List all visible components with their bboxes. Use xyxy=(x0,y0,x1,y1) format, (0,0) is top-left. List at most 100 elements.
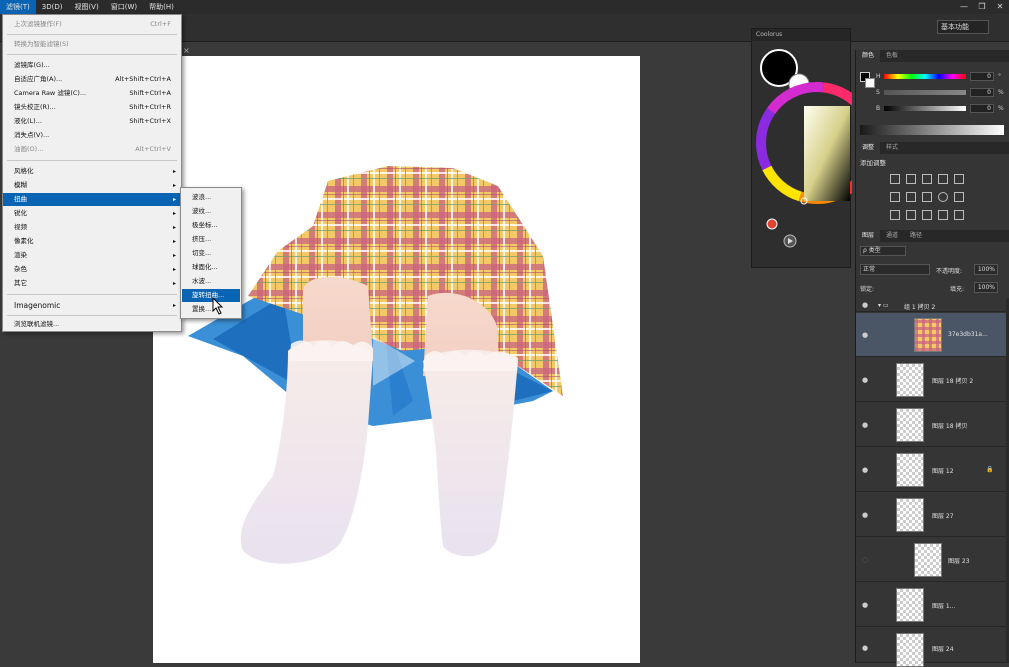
menu-item-render[interactable]: 渲染 ▸ xyxy=(3,249,181,262)
menu-item-distort[interactable]: 扭曲 ▸ xyxy=(3,193,181,206)
submenu-item-wave[interactable]: 波浪... xyxy=(182,191,240,204)
layer-row[interactable]: ● 图层 18 拷贝 xyxy=(856,403,1006,447)
visibility-eye-icon[interactable]: ● xyxy=(862,301,868,309)
threshold-icon[interactable] xyxy=(922,210,932,220)
hue-slider[interactable]: H 0 ° xyxy=(876,72,1006,82)
invert-icon[interactable] xyxy=(890,210,900,220)
layer-thumbnail xyxy=(896,498,924,532)
menu-3d[interactable]: 3D(D) xyxy=(36,0,69,14)
layer-row[interactable]: ● 图层 18 拷贝 2 xyxy=(856,358,1006,402)
visibility-eye-icon[interactable]: ● xyxy=(862,466,868,474)
photo-filter-icon[interactable] xyxy=(938,192,948,202)
visibility-eye-icon[interactable]: ○ xyxy=(862,556,868,564)
menu-item-blur[interactable]: 模糊 ▸ xyxy=(3,179,181,192)
submenu-item-twirl[interactable]: 旋转扭曲... xyxy=(182,289,240,302)
menu-item-video[interactable]: 视频 ▸ xyxy=(3,221,181,234)
submenu-item-shear[interactable]: 切变... xyxy=(182,247,240,260)
workspace-switcher[interactable]: 基本功能 xyxy=(937,20,989,34)
tab-swatches[interactable]: 色板 xyxy=(880,50,904,62)
submenu-item-spherize[interactable]: 球面化... xyxy=(182,261,240,274)
menu-help[interactable]: 帮助(H) xyxy=(143,0,180,14)
channel-mixer-icon[interactable] xyxy=(954,192,964,202)
posterize-icon[interactable] xyxy=(906,210,916,220)
menu-item-lens-correction[interactable]: 镜头校正(R)... Shift+Ctrl+R xyxy=(3,101,181,114)
menu-item-convert-smart-filter[interactable]: 转换为智能滤镜(S) xyxy=(3,38,181,51)
visibility-eye-icon[interactable]: ● xyxy=(862,421,868,429)
menu-item-filter-gallery[interactable]: 滤镜库(G)... xyxy=(3,59,181,72)
layer-kind-filter[interactable]: ρ 类型 xyxy=(860,246,906,256)
menu-item-oil-paint[interactable]: 油画(O)... Alt+Ctrl+V xyxy=(3,143,181,156)
tab-color[interactable]: 颜色 xyxy=(856,50,881,62)
visibility-eye-icon[interactable]: ● xyxy=(862,511,868,519)
menu-item-browse-online-filters[interactable]: 浏览联机滤镜... xyxy=(3,318,181,331)
tab-adjustments[interactable]: 调整 xyxy=(856,142,881,154)
layer-row[interactable]: ● 37e3db31a... xyxy=(856,313,1006,357)
menu-item-adaptive-wide-angle[interactable]: 自适应广角(A)... Alt+Shift+Ctrl+A xyxy=(3,73,181,86)
submenu-arrow-icon: ▸ xyxy=(172,280,176,287)
tab-layers[interactable]: 图层 xyxy=(856,230,881,242)
menu-item-vanishing-point[interactable]: 消失点(V)... xyxy=(3,129,181,142)
submenu-item-zigzag[interactable]: 水波... xyxy=(182,275,240,288)
menu-view[interactable]: 视图(V) xyxy=(68,0,104,14)
menu-item-pixelate[interactable]: 像素化 ▸ xyxy=(3,235,181,248)
hue-value-field[interactable]: 0 xyxy=(970,72,994,81)
blend-mode-select[interactable]: 正常 xyxy=(860,264,930,275)
minimize-button[interactable]: — xyxy=(955,0,973,14)
color-wheel[interactable] xyxy=(752,41,852,267)
visibility-eye-icon[interactable]: ● xyxy=(862,376,868,384)
exposure-icon[interactable] xyxy=(938,174,948,184)
document-tab[interactable]: × xyxy=(183,46,190,56)
levels-icon[interactable] xyxy=(906,174,916,184)
submenu-item-ripple[interactable]: 波纹... xyxy=(182,205,240,218)
brightness-value-field[interactable]: 0 xyxy=(970,104,994,113)
layer-row[interactable]: ● 图层 12 🔒 xyxy=(856,448,1006,492)
tab-channels[interactable]: 通道 xyxy=(880,230,904,242)
menu-item-sharpen[interactable]: 锐化 ▸ xyxy=(3,207,181,220)
menu-item-last-filter[interactable]: 上次滤镜操作(F) Ctrl+F xyxy=(3,18,181,31)
tab-styles[interactable]: 样式 xyxy=(880,142,904,154)
menu-window[interactable]: 窗口(W) xyxy=(105,0,143,14)
tab-paths[interactable]: 路径 xyxy=(904,230,928,242)
submenu-item-pinch[interactable]: 挤压... xyxy=(182,233,240,246)
saturation-slider[interactable]: S 0 % xyxy=(876,88,1006,98)
saturation-slider-track[interactable] xyxy=(884,90,966,95)
saturation-value-field[interactable]: 0 xyxy=(970,88,994,97)
menu-item-camera-raw[interactable]: Camera Raw 滤镜(C)... Shift+Ctrl+A xyxy=(3,87,181,100)
color-ramp[interactable] xyxy=(860,125,1004,135)
selective-color-icon[interactable] xyxy=(954,210,964,220)
visibility-eye-icon[interactable]: ● xyxy=(862,644,868,652)
restore-button[interactable]: ❐ xyxy=(973,0,991,14)
vibrance-icon[interactable] xyxy=(954,174,964,184)
layer-group-row[interactable]: ● ▾ ▭ 组 1 拷贝 2 xyxy=(856,298,1006,312)
menu-item-other[interactable]: 其它 ▸ xyxy=(3,277,181,290)
brightness-slider-track[interactable] xyxy=(884,106,966,111)
doc-tab-close-icon[interactable]: × xyxy=(183,46,190,55)
layer-row[interactable]: ● 图层 1... xyxy=(856,583,1006,627)
hue-saturation-icon[interactable] xyxy=(890,192,900,202)
submenu-item-polar-coordinates[interactable]: 极坐标... xyxy=(182,219,240,232)
layer-row[interactable]: ○ 图层 23 xyxy=(856,538,1006,582)
layer-row[interactable]: ● 图层 27 xyxy=(856,493,1006,537)
layer-row[interactable]: ● 图层 24 xyxy=(856,628,1006,667)
menu-item-imagenomic[interactable]: Imagenomic ▸ xyxy=(3,299,181,312)
color-balance-icon[interactable] xyxy=(906,192,916,202)
bg-color-chip[interactable] xyxy=(865,78,875,88)
submenu-item-displace[interactable]: 置换... xyxy=(182,303,240,316)
menu-filter[interactable]: 滤镜(T) xyxy=(0,0,36,14)
hue-slider-track[interactable] xyxy=(884,74,966,79)
submenu-arrow-icon: ▸ xyxy=(172,302,176,309)
document-canvas[interactable] xyxy=(153,56,640,663)
curves-icon[interactable] xyxy=(922,174,932,184)
fill-field[interactable]: 100% xyxy=(974,282,998,293)
visibility-eye-icon[interactable]: ● xyxy=(862,601,868,609)
brightness-slider[interactable]: B 0 % xyxy=(876,104,1006,114)
close-window-button[interactable]: ✕ xyxy=(991,0,1009,14)
visibility-eye-icon[interactable]: ● xyxy=(862,331,868,339)
menu-item-stylize[interactable]: 风格化 ▸ xyxy=(3,165,181,178)
opacity-field[interactable]: 100% xyxy=(974,264,998,275)
black-white-icon[interactable] xyxy=(922,192,932,202)
menu-item-noise[interactable]: 杂色 ▸ xyxy=(3,263,181,276)
brightness-contrast-icon[interactable] xyxy=(890,174,900,184)
gradient-map-icon[interactable] xyxy=(938,210,948,220)
menu-item-liquify[interactable]: 液化(L)... Shift+Ctrl+X xyxy=(3,115,181,128)
